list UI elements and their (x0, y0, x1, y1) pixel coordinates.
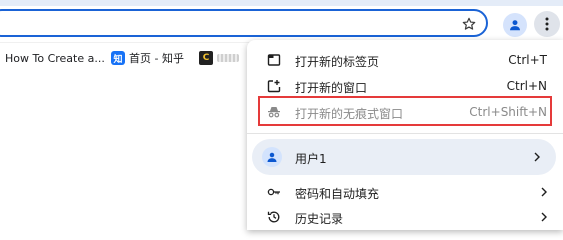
chevron-right-icon (539, 186, 549, 198)
menu-item-passwords-autofill[interactable]: 密码和自动填充 (247, 179, 563, 205)
bookmark-how-to-create[interactable]: How To Create a... (5, 50, 105, 66)
new-tab-icon (266, 52, 282, 68)
chevron-right-icon (539, 211, 549, 223)
blurred-label (217, 54, 239, 62)
menu-item-history[interactable]: 历史记录 (247, 204, 563, 230)
chevron-right-icon (532, 151, 542, 163)
menu-item-shortcut: Ctrl+T (508, 53, 547, 67)
browser-toolbar (0, 6, 563, 42)
bookmark-label: 首页 - 知乎 (129, 52, 184, 65)
bookmark-blurred[interactable]: C (199, 50, 239, 66)
menu-item-profile[interactable]: 用户1 (252, 139, 556, 175)
more-vert-icon (545, 17, 549, 31)
history-icon (266, 209, 282, 225)
menu-item-label: 历史记录 (295, 212, 344, 226)
zhihu-logo-icon: 知 (111, 51, 125, 65)
key-icon (266, 184, 282, 200)
chrome-main-menu: 打开新的标签页 Ctrl+T 打开新的窗口 Ctrl+N 打开新的无痕式窗口 C… (247, 40, 563, 230)
menu-item-label: 打开新的标签页 (295, 55, 380, 69)
new-window-icon (266, 78, 282, 94)
menu-item-shortcut: Ctrl+N (506, 79, 547, 93)
highlight-box (258, 96, 552, 126)
site-favicon-icon: C (199, 51, 213, 65)
person-icon (510, 20, 520, 31)
profile-label: 用户1 (295, 152, 327, 166)
menu-divider (247, 133, 563, 134)
profile-button[interactable] (503, 13, 527, 37)
bookmark-zhihu[interactable]: 知 首页 - 知乎 (111, 50, 184, 66)
bookmark-star-icon[interactable] (459, 14, 479, 34)
bookmark-label: How To Create a... (5, 51, 105, 65)
menu-item-label: 密码和自动填充 (295, 187, 380, 201)
address-bar[interactable] (0, 9, 488, 37)
more-menu-button[interactable] (534, 11, 560, 37)
menu-item-label: 打开新的窗口 (295, 81, 368, 95)
person-icon (262, 147, 282, 167)
menu-item-new-tab[interactable]: 打开新的标签页 Ctrl+T (247, 47, 563, 73)
